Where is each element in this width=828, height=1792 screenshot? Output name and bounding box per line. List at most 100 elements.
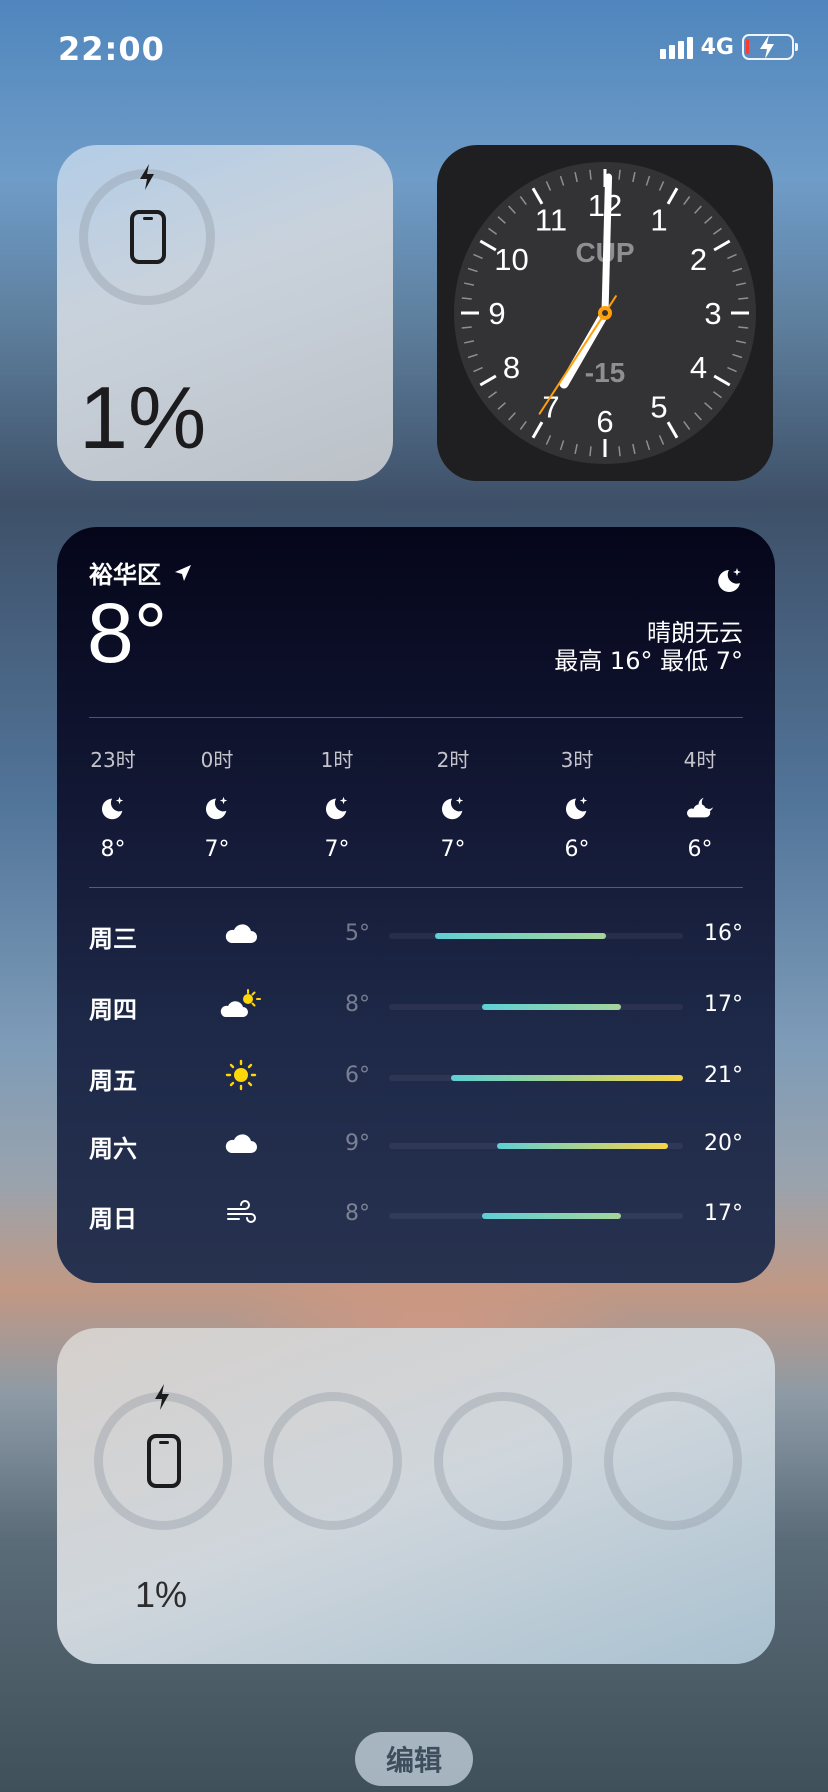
iphone-icon xyxy=(147,1434,181,1488)
divider xyxy=(89,717,743,718)
clock-numeral: 5 xyxy=(650,390,667,425)
hourly-forecast: 23时 8° 0时 7° 1时 7° 2时 7° 3时 6° 4时 6° xyxy=(89,744,743,864)
clock-numeral: 9 xyxy=(488,296,505,331)
clock-minute-tick xyxy=(589,446,592,457)
clock-minute-tick xyxy=(461,326,472,329)
hour-label: 23时 xyxy=(90,748,136,772)
hour-temp: 7° xyxy=(440,837,466,862)
clock-numeral: 1 xyxy=(650,202,667,237)
clock-offset: -15 xyxy=(585,357,625,388)
network-type: 4G xyxy=(700,34,734,60)
daily-row: 周日 8° 17° xyxy=(89,1189,743,1239)
clock-minute-tick xyxy=(461,297,472,300)
hour-label: 0时 xyxy=(200,748,234,772)
status-time: 22:00 xyxy=(58,30,165,68)
clock-minute-hand xyxy=(601,173,613,317)
day-name: 周日 xyxy=(89,1205,137,1233)
bolt-icon xyxy=(155,1384,169,1410)
hour-temp: 6° xyxy=(564,837,590,862)
hourly-item: 3时 6° xyxy=(537,744,617,862)
wind-icon xyxy=(219,1193,263,1233)
day-high-temp: 17° xyxy=(704,1201,743,1226)
temp-range-track xyxy=(389,1075,683,1081)
day-name: 周四 xyxy=(89,996,137,1024)
day-low-temp: 5° xyxy=(345,921,370,946)
clock-minute-tick xyxy=(738,297,749,300)
day-name: 周三 xyxy=(89,925,137,953)
sun-icon xyxy=(219,1055,263,1095)
daily-row: 周三 5° 16° xyxy=(89,909,743,959)
temp-range-bar xyxy=(481,1213,622,1219)
bolt-icon xyxy=(140,164,154,190)
temp-range-bar xyxy=(450,1075,683,1081)
battery-ring-empty xyxy=(264,1392,402,1530)
hour-temp: 7° xyxy=(324,837,350,862)
moon-stars-icon xyxy=(297,785,377,831)
moon-stars-icon xyxy=(177,785,257,831)
clock-numeral: 6 xyxy=(596,404,613,439)
battery-widget-large[interactable]: 1% xyxy=(57,1328,775,1664)
moon-stars-icon xyxy=(73,785,153,831)
moon-stars-icon xyxy=(413,785,493,831)
day-high-temp: 21° xyxy=(704,1063,743,1088)
temp-range-track xyxy=(389,1213,683,1219)
clock-minute-tick xyxy=(738,326,749,329)
day-low-temp: 9° xyxy=(345,1131,370,1156)
daily-row: 周六 9° 20° xyxy=(89,1119,743,1169)
signal-icon xyxy=(659,35,693,59)
hourly-item: 4时 6° xyxy=(660,744,740,862)
weather-widget[interactable]: 裕华区 8° 晴朗无云 最高 16° 最低 7° 23时 8° 0时 7° 1时 7° 2时… xyxy=(57,527,775,1283)
weather-high-low: 最高 16° 最低 7° xyxy=(554,647,743,675)
battery-ring-empty xyxy=(434,1392,572,1530)
moon-stars-icon xyxy=(537,785,617,831)
clock-numeral: 10 xyxy=(494,242,528,277)
clock-minute-tick xyxy=(618,169,621,180)
day-name: 周六 xyxy=(89,1135,137,1163)
day-high-temp: 20° xyxy=(704,1131,743,1156)
battery-widget-small[interactable]: 1% xyxy=(57,145,393,481)
battery-charging-icon xyxy=(742,34,798,60)
hourly-item: 23时 8° xyxy=(73,744,153,862)
status-indicators: 4G xyxy=(659,34,798,60)
hour-temp: 7° xyxy=(204,837,230,862)
clock-face: 121234567891011 CUP -15 xyxy=(454,162,756,464)
clock-minute-tick xyxy=(618,446,621,457)
current-temperature: 8° xyxy=(87,586,168,680)
battery-percent: 1% xyxy=(79,368,207,467)
iphone-icon xyxy=(130,210,166,264)
edit-button[interactable]: 编辑 xyxy=(355,1732,473,1786)
temp-range-bar xyxy=(497,1143,668,1149)
daily-row: 周五 6° 21° xyxy=(89,1051,743,1101)
clock-minute-tick xyxy=(589,169,592,180)
status-bar: 22:00 4G xyxy=(0,0,828,100)
hour-label: 1时 xyxy=(320,748,354,772)
clock-numeral: 11 xyxy=(535,202,567,237)
moon-stars-icon xyxy=(718,568,741,592)
cloud-sun-icon xyxy=(219,984,263,1024)
day-name: 周五 xyxy=(89,1067,137,1095)
divider xyxy=(89,887,743,888)
temp-range-track xyxy=(389,1143,683,1149)
hour-temp: 8° xyxy=(100,837,126,862)
clock-numeral: 4 xyxy=(690,350,707,385)
hourly-item: 1时 7° xyxy=(297,744,377,862)
temp-range-track xyxy=(389,933,683,939)
location-arrow-icon xyxy=(175,564,191,581)
day-low-temp: 8° xyxy=(345,1201,370,1226)
cloud-icon xyxy=(219,1123,263,1163)
temp-range-track xyxy=(389,1004,683,1010)
world-clock-widget[interactable]: 121234567891011 CUP -15 xyxy=(437,145,773,481)
day-high-temp: 16° xyxy=(704,921,743,946)
clock-numeral: 3 xyxy=(704,296,721,331)
temp-range-bar xyxy=(435,933,606,939)
temp-range-bar xyxy=(481,1004,622,1010)
day-low-temp: 8° xyxy=(345,992,370,1017)
day-high-temp: 17° xyxy=(704,992,743,1017)
clock-numeral: 2 xyxy=(690,242,707,277)
hour-temp: 6° xyxy=(687,837,713,862)
battery-ring-empty xyxy=(604,1392,742,1530)
day-low-temp: 6° xyxy=(345,1063,370,1088)
hourly-item: 2时 7° xyxy=(413,744,493,862)
clock-center-dot xyxy=(602,310,608,316)
hour-label: 4时 xyxy=(683,748,717,772)
